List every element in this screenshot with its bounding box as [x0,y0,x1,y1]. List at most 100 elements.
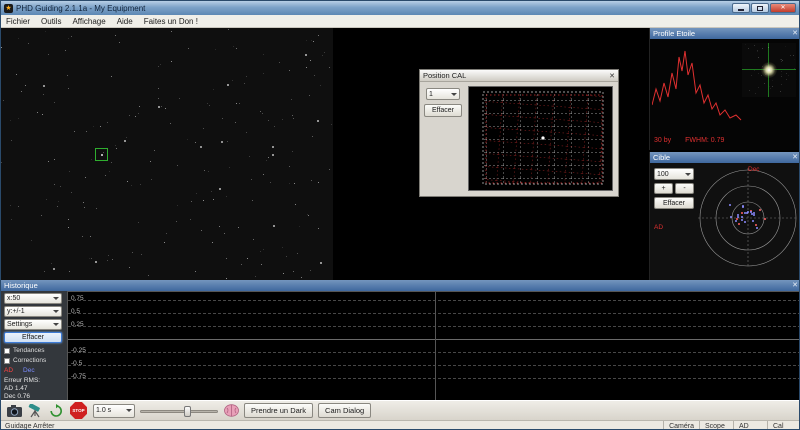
target-zoom-in-button[interactable]: + [654,183,673,194]
target-titlebar[interactable]: Cible ✕ [650,152,799,163]
phd-guiding-window: ★ PHD Guiding 2.1.1a - My Equipment ✕ Fi… [0,0,800,430]
cal-step-select[interactable]: 1 [426,88,460,100]
target-title: Cible [653,153,671,162]
chevron-down-icon [53,297,59,300]
minimize-button[interactable] [732,3,750,13]
star-profile-body: 30 by FWHM: 0.79 [650,39,799,150]
legend-ad: AD [4,367,14,374]
title-bar: ★ PHD Guiding 2.1.1a - My Equipment ✕ [1,1,799,15]
history-yscale-value: y:+/-1 [7,308,25,315]
menu-fichier[interactable]: Fichier [6,17,30,26]
cal-grid [482,91,604,185]
history-yscale-select[interactable]: y:+/-1 [4,306,62,317]
gridline-vertical [434,292,436,400]
close-button[interactable]: ✕ [770,3,796,13]
target-ad-axis-label: AD [654,224,664,231]
slider-track [140,409,218,413]
exposure-value: 1.0 s [96,407,112,414]
star-size-label: 30 by [654,137,672,144]
stop-label: STOP [72,408,85,413]
brain-icon[interactable] [223,403,239,419]
history-xscale-value: x:50 [7,295,21,302]
maximize-button[interactable] [751,3,769,13]
menu-don[interactable]: Faites un Don ! [144,17,198,26]
target-dec-axis-label: Dec [748,166,760,173]
cal-dialog-titlebar[interactable]: Position CAL ✕ [420,70,618,82]
history-panel: Historique ✕ x:50 y:+/-1 Settings Efface… [1,280,799,408]
cal-dialog-title: Position CAL [423,71,467,80]
rms-ad: AD 1.47 [4,385,28,392]
toolbar: STOP 1.0 s Prendre un Dark Cam Dialog [1,400,799,420]
menu-affichage[interactable]: Affichage [72,17,105,26]
menu-aide[interactable]: Aide [117,17,133,26]
y-axis-label: 0.5 [71,308,81,315]
camera-frame[interactable] [1,28,333,280]
chevron-down-icon [53,323,59,326]
star-profile-titlebar[interactable]: Profile Etoile ✕ [650,28,799,39]
status-scope: Scope [699,421,733,429]
history-clear-button[interactable]: Effacer [4,332,62,343]
camera-icon[interactable] [6,403,22,419]
target-panel: Cible ✕ 100 + - Effacer Dec AD [649,152,799,280]
corrections-checkbox[interactable] [4,357,10,364]
history-titlebar[interactable]: Historique ✕ [1,280,799,291]
menu-bar: Fichier Outils Affichage Aide Faites un … [1,15,799,28]
chevron-down-icon [685,172,691,176]
status-camera: Caméra [663,421,699,429]
star-thumbnail [742,43,796,97]
cal-dialog-close-icon[interactable]: ✕ [609,72,615,80]
status-bar: Guidage Arrêter Caméra Scope AD Cal [1,420,799,430]
target-close-icon[interactable]: ✕ [792,154,798,161]
target-zoom-select[interactable]: 100 [654,168,694,180]
chevron-down-icon [53,310,59,313]
exposure-select[interactable]: 1.0 s [93,403,135,418]
main-area: Position CAL ✕ 1 Effacer Profile Etoile … [1,28,799,280]
star-profile-curve [652,50,742,121]
target-zoom-out-button[interactable]: - [675,183,694,194]
target-clear-button[interactable]: Effacer [654,197,694,209]
app-icon: ★ [4,3,13,13]
history-controls: x:50 y:+/-1 Settings Effacer Tendances C… [1,291,67,408]
corrections-label: Corrections [13,357,47,364]
chevron-down-icon [451,92,457,96]
star-selection-box [95,148,108,161]
history-settings-value: Settings [7,321,33,328]
star-profile-close-icon[interactable]: ✕ [792,30,798,37]
star-profile-title: Profile Etoile [653,29,696,38]
target-zoom-value: 100 [657,170,669,178]
star-profile-panel: Profile Etoile ✕ 30 by FWHM: 0.79 [649,28,799,150]
history-title: Historique [4,281,38,290]
cal-clear-button[interactable]: Effacer [424,104,462,117]
fwhm-label: FWHM: 0.79 [685,137,725,144]
rms-title: Erreur RMS: [4,377,41,384]
y-axis-label: 0.75 [71,295,84,302]
trends-checkbox[interactable] [4,347,10,354]
chevron-down-icon [126,409,132,412]
y-axis-label: 0.25 [71,321,84,328]
cal-position-plot [468,86,613,191]
y-axis-label: -0.75 [71,373,86,380]
stop-button[interactable]: STOP [69,402,88,419]
loop-icon[interactable] [48,403,64,419]
y-axis-label: -0.25 [71,347,86,354]
cal-step-value: 1 [429,90,433,98]
y-axis-label: -0.5 [71,360,83,367]
status-mode: Guidage Arrêter [5,422,55,430]
menu-outils[interactable]: Outils [41,17,61,26]
trends-label: Tendances [13,347,45,354]
cam-dialog-button[interactable]: Cam Dialog [318,403,372,418]
take-dark-button[interactable]: Prendre un Dark [244,403,314,418]
gamma-slider[interactable] [140,404,218,418]
telescope-icon[interactable] [27,403,43,419]
status-cal: Cal [767,421,799,429]
star-glow [761,62,777,78]
history-xscale-select[interactable]: x:50 [4,293,62,304]
target-scatter [695,165,799,271]
history-close-icon[interactable]: ✕ [792,282,798,289]
legend-dec: Dec [23,367,35,374]
window-title: PHD Guiding 2.1.1a - My Equipment [16,3,146,13]
cal-position-dialog[interactable]: Position CAL ✕ 1 Effacer [419,69,619,197]
history-settings-select[interactable]: Settings [4,319,62,330]
slider-thumb[interactable] [184,405,191,417]
history-graph: 0.75 0.5 0.25 -0.25 -0.5 -0.75 [67,291,799,400]
